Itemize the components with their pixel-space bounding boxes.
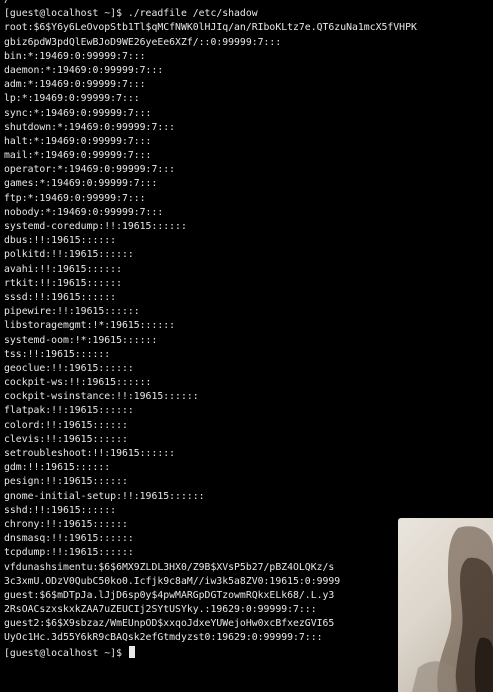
terminal-line: halt:*:19469:0:99999:7::: — [4, 135, 152, 147]
terminal-line: pipewire:!!:19615:::::: — [4, 306, 140, 318]
text-cursor — [128, 645, 135, 658]
terminal-line: mail:*:19469:0:99999:7::: — [4, 150, 152, 162]
terminal-line: polkitd:!!:19615:::::: — [4, 249, 134, 261]
terminal-line: daemon:*:19469:0:99999:7::: — [4, 64, 164, 76]
terminal-line: nobody:*:19469:0:99999:7::: — [4, 206, 164, 218]
terminal-line: dbus:!!:19615:::::: — [4, 235, 117, 247]
terminal-line: pesign:!!:19615:::::: — [4, 476, 128, 488]
terminal-line: [guest@localhost ~]$ ./readfile /etc/sha… — [4, 8, 258, 20]
terminal-line: systemd-oom:!*:19615:::::: — [4, 334, 158, 346]
terminal-line: adm:*:19469:0:99999:7::: — [4, 79, 146, 91]
webcam-video-overlay — [398, 518, 493, 692]
terminal-line: cockpit-ws:!!:19615:::::: — [4, 377, 152, 389]
terminal-line: colord:!!:19615:::::: — [4, 419, 128, 431]
terminal-line: libstoragemgmt:!*:19615:::::: — [4, 320, 176, 332]
terminal-line: bin:*:19469:0:99999:7::: — [4, 50, 146, 62]
terminal-line: avahi:!!:19615:::::: — [4, 263, 122, 275]
terminal-line: tss:!!:19615:::::: — [4, 348, 111, 360]
terminal-line: sync:*:19469:0:99999:7::: — [4, 107, 152, 119]
terminal-line: / — [4, 0, 493, 7]
terminal-line: geoclue:!!:19615:::::: — [4, 362, 134, 374]
terminal-line: setroubleshoot:!!:19615:::::: — [4, 448, 176, 459]
terminal-line: cockpit-wsinstance:!!:19615:::::: — [4, 391, 199, 403]
terminal-line: ftp:*:19469:0:99999:7::: — [4, 192, 146, 204]
terminal-line: root:$6$Y6y6LeOvopStb1Tl$qMCfNWK0lHJIq/a… — [4, 22, 417, 34]
terminal-line: gnome-initial-setup:!!:19615:::::: — [4, 490, 205, 502]
person-silhouette-icon — [412, 526, 493, 692]
terminal-line: shutdown:*:19469:0:99999:7::: — [4, 121, 176, 133]
terminal-line: lp:*:19469:0:99999:7::: — [4, 93, 140, 105]
terminal-line: operator:*:19469:0:99999:7::: — [4, 164, 176, 176]
terminal-line: rtkit:!!:19615:::::: — [4, 277, 122, 289]
terminal-line: sshd:!!:19615:::::: — [4, 504, 117, 516]
terminal-line: sssd:!!:19615:::::: — [4, 291, 117, 303]
terminal-line: flatpak:!!:19615:::::: — [4, 405, 134, 417]
terminal-line: clevis:!!:19615:::::: — [4, 433, 128, 445]
shell-prompt: [guest@localhost ~]$ — [4, 647, 128, 659]
terminal-line: gdm:!!:19615:::::: — [4, 462, 111, 474]
terminal-window[interactable]: /[guest@localhost ~]$ ./readfile /etc/sh… — [0, 0, 493, 692]
terminal-line: gbiz6pdW3pdQlEwBJoD9WE26yeEe6XZf/::0:999… — [4, 36, 282, 48]
terminal-line: games:*:19469:0:99999:7::: — [4, 178, 158, 190]
terminal-line: systemd-coredump:!!:19615:::::: — [4, 221, 187, 232]
